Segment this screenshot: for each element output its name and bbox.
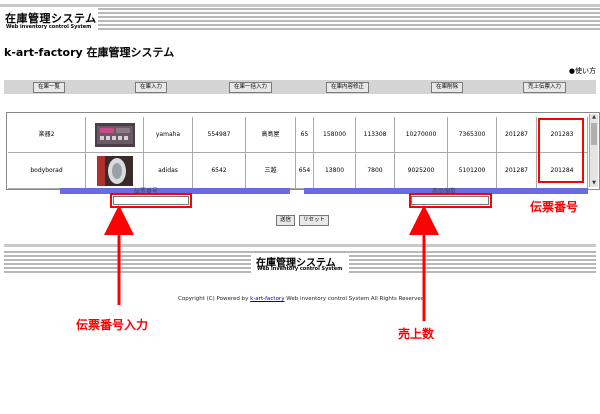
annotation-slip-input: 伝票番号入力 — [76, 318, 149, 332]
annotation-arrows — [104, 205, 439, 321]
annotation-slip-number: 伝票番号 — [530, 200, 579, 214]
annotation-sales-qty: 売上数 — [398, 327, 435, 341]
